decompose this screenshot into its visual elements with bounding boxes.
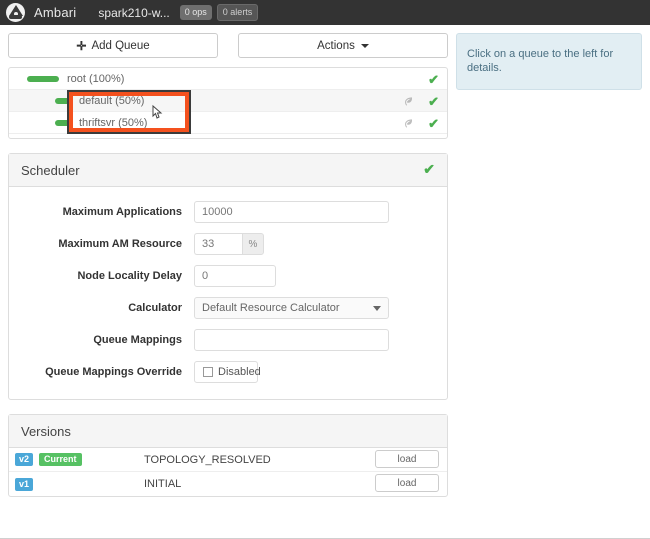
field-label: Maximum Applications bbox=[62, 206, 182, 218]
percent-addon: % bbox=[242, 233, 264, 255]
scheduler-body: Maximum Applications 10000 Maximum AM Re… bbox=[9, 187, 447, 399]
add-queue-label: Add Queue bbox=[91, 39, 150, 52]
scheduler-title: Scheduler bbox=[21, 162, 80, 178]
main-content: ✛ Add Queue Actions root (100%) ✔ defaul… bbox=[0, 25, 650, 538]
field-maximum-am-resource: Maximum AM Resource 33 % bbox=[9, 233, 447, 255]
checkbox-square-icon bbox=[203, 367, 213, 377]
chevron-down-icon bbox=[373, 306, 381, 311]
capacity-bar bbox=[55, 97, 71, 104]
right-column: Click on a queue to the left for details… bbox=[456, 33, 642, 90]
field-label: Queue Mappings bbox=[93, 334, 182, 346]
caret-down-icon bbox=[360, 43, 369, 48]
queue-details-placeholder: Click on a queue to the left for details… bbox=[456, 33, 642, 90]
field-queue-mappings: Queue Mappings bbox=[9, 329, 447, 351]
add-queue-button[interactable]: ✛ Add Queue bbox=[8, 33, 218, 58]
version-badge: v1 bbox=[15, 477, 34, 491]
ambari-logo-icon bbox=[6, 3, 25, 22]
field-node-locality-delay: Node Locality Delay 0 bbox=[9, 265, 447, 287]
checkbox-label: Disabled bbox=[218, 366, 261, 378]
queue-tree-panel: root (100%) ✔ default (50%) ✔ thriftsvr … bbox=[8, 67, 448, 139]
check-icon: ✔ bbox=[428, 71, 439, 87]
maximum-am-resource-input[interactable]: 33 bbox=[194, 233, 242, 255]
capacity-bar bbox=[27, 75, 59, 82]
version-row-v1[interactable]: v1 INITIAL load bbox=[9, 472, 447, 496]
actions-button[interactable]: Actions bbox=[238, 33, 448, 58]
version-row-v2[interactable]: v2 Current TOPOLOGY_RESOLVED load bbox=[9, 448, 447, 472]
row-icons: ✔ bbox=[428, 68, 439, 90]
alerts-badge[interactable]: 0 alerts bbox=[216, 4, 259, 21]
version-badge: v2 bbox=[15, 453, 34, 466]
leaf-icon[interactable] bbox=[403, 118, 414, 129]
field-label: Node Locality Delay bbox=[77, 270, 182, 282]
field-label: Calculator bbox=[128, 302, 182, 314]
field-label: Queue Mappings Override bbox=[45, 366, 182, 378]
field-calculator: Calculator Default Resource Calculator bbox=[9, 297, 447, 319]
cluster-name-label[interactable]: spark210-w... bbox=[98, 6, 169, 20]
app-window: Ambari spark210-w... 0 ops 0 alerts ✛ Ad… bbox=[0, 0, 650, 539]
load-button[interactable]: load bbox=[375, 450, 439, 468]
node-locality-delay-input[interactable]: 0 bbox=[194, 265, 276, 287]
ops-badge[interactable]: 0 ops bbox=[179, 5, 212, 20]
version-name: INITIAL bbox=[144, 478, 182, 490]
load-button[interactable]: load bbox=[375, 474, 439, 492]
calculator-select[interactable]: Default Resource Calculator bbox=[194, 297, 389, 319]
leaf-icon[interactable] bbox=[403, 96, 414, 107]
check-icon: ✔ bbox=[428, 115, 439, 131]
queue-label: default (50%) bbox=[79, 94, 145, 107]
capacity-bar bbox=[55, 119, 71, 126]
versions-panel: Versions v2 Current TOPOLOGY_RESOLVED lo… bbox=[8, 414, 448, 497]
queue-mappings-input[interactable] bbox=[194, 329, 389, 351]
actions-label: Actions bbox=[317, 39, 355, 52]
queue-row-root[interactable]: root (100%) ✔ bbox=[9, 68, 447, 90]
field-queue-mappings-override: Queue Mappings Override Disabled bbox=[9, 361, 447, 383]
left-column: ✛ Add Queue Actions root (100%) ✔ defaul… bbox=[8, 33, 448, 497]
scheduler-panel: Scheduler ✔ Maximum Applications 10000 M… bbox=[8, 153, 448, 400]
plus-icon: ✛ bbox=[76, 38, 87, 53]
queue-mappings-override-checkbox[interactable]: Disabled bbox=[194, 361, 261, 383]
scheduler-header: Scheduler ✔ bbox=[9, 154, 447, 187]
versions-header: Versions bbox=[9, 415, 447, 448]
row-icons: ✔ bbox=[403, 112, 439, 134]
check-icon: ✔ bbox=[423, 161, 435, 177]
field-label: Maximum AM Resource bbox=[58, 238, 182, 250]
queue-row-thriftsvr[interactable]: thriftsvr (50%) ✔ bbox=[9, 112, 447, 134]
row-icons: ✔ bbox=[403, 90, 439, 112]
queue-label: root (100%) bbox=[67, 72, 125, 85]
top-navbar: Ambari spark210-w... 0 ops 0 alerts bbox=[0, 0, 650, 25]
maximum-applications-input[interactable]: 10000 bbox=[194, 201, 389, 223]
brand-label[interactable]: Ambari bbox=[34, 5, 76, 20]
check-icon: ✔ bbox=[428, 93, 439, 109]
version-name: TOPOLOGY_RESOLVED bbox=[144, 453, 271, 466]
current-badge: Current bbox=[39, 453, 82, 466]
calculator-selected-value: Default Resource Calculator bbox=[202, 302, 340, 314]
tree-bottom-padding bbox=[9, 134, 447, 138]
queue-label: thriftsvr (50%) bbox=[79, 116, 148, 129]
field-maximum-applications: Maximum Applications 10000 bbox=[9, 201, 447, 223]
queue-row-default[interactable]: default (50%) ✔ bbox=[9, 90, 447, 132]
versions-title: Versions bbox=[21, 423, 71, 439]
queue-toolbar: ✛ Add Queue Actions bbox=[8, 33, 448, 58]
